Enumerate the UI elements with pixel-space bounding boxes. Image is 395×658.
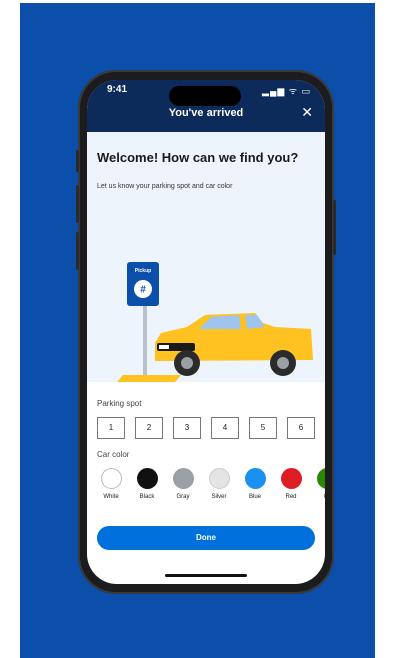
color-option-gray[interactable]: Gray <box>167 468 199 500</box>
car-hub-rear <box>277 357 289 369</box>
app-screen: 9:41 ▂▄▆ ᯤ ▭ You've arrived ✕ Welcome! H… <box>87 80 325 584</box>
color-swatch <box>100 468 122 489</box>
color-label: Silver <box>211 494 227 500</box>
color-swatch <box>316 468 325 489</box>
color-label: Blue <box>248 494 261 500</box>
color-option-silver[interactable]: Silver <box>203 468 235 500</box>
color-label: Gray <box>176 494 190 500</box>
color-swatch <box>244 468 266 489</box>
parking-spot-button[interactable]: 5 <box>249 417 277 439</box>
done-button[interactable]: Done <box>97 526 315 550</box>
car-color-selector: White Black Gray Silver Blue Red Gr <box>95 468 325 500</box>
parking-spot-button[interactable]: 4 <box>211 417 239 439</box>
sign-post <box>143 305 147 377</box>
color-option-green[interactable]: Gr <box>311 468 325 500</box>
car-hub-front <box>181 357 193 369</box>
color-swatch <box>136 468 158 489</box>
color-swatch <box>172 468 194 489</box>
phone-side-button <box>76 185 79 223</box>
close-icon[interactable]: ✕ <box>301 104 313 121</box>
status-time: 9:41 <box>107 84 128 95</box>
color-option-red[interactable]: Red <box>275 468 307 500</box>
color-label: Red <box>285 494 297 500</box>
phone-side-button <box>76 232 79 270</box>
phone-side-button <box>76 150 79 172</box>
parking-spot-button[interactable]: 6 <box>287 417 315 439</box>
color-option-black[interactable]: Black <box>131 468 163 500</box>
pickup-car-illustration: Pickup # <box>117 262 313 382</box>
home-indicator <box>165 574 247 577</box>
dynamic-island <box>169 86 241 106</box>
parking-spot-selector: 123456 <box>97 417 325 439</box>
car-color-label: Car color <box>97 450 130 459</box>
parking-spot-button[interactable]: 3 <box>173 417 201 439</box>
color-label: Black <box>139 494 155 500</box>
color-label: White <box>103 494 119 500</box>
color-swatch <box>280 468 302 489</box>
color-swatch <box>208 468 230 489</box>
welcome-headline: Welcome! How can we find you? <box>97 150 299 165</box>
color-label: Gr <box>311 494 325 500</box>
parking-spot-button[interactable]: 2 <box>135 417 163 439</box>
sign-symbol: # <box>140 285 146 296</box>
welcome-subtitle: Let us know your parking spot and car co… <box>97 183 233 190</box>
pickup-sign-label: Pickup <box>135 268 151 274</box>
curb-marking <box>117 375 181 382</box>
car-headlight <box>159 345 169 349</box>
color-option-white[interactable]: White <box>95 468 127 500</box>
header-bar: 9:41 ▂▄▆ ᯤ ▭ You've arrived ✕ <box>87 80 325 132</box>
parking-spot-button[interactable]: 1 <box>97 417 125 439</box>
color-option-blue[interactable]: Blue <box>239 468 271 500</box>
page-title: You've arrived <box>168 107 244 119</box>
phone-power-button <box>333 200 336 255</box>
parking-spot-label: Parking spot <box>97 399 142 408</box>
status-icons: ▂▄▆ ᯤ ▭ <box>262 86 311 96</box>
